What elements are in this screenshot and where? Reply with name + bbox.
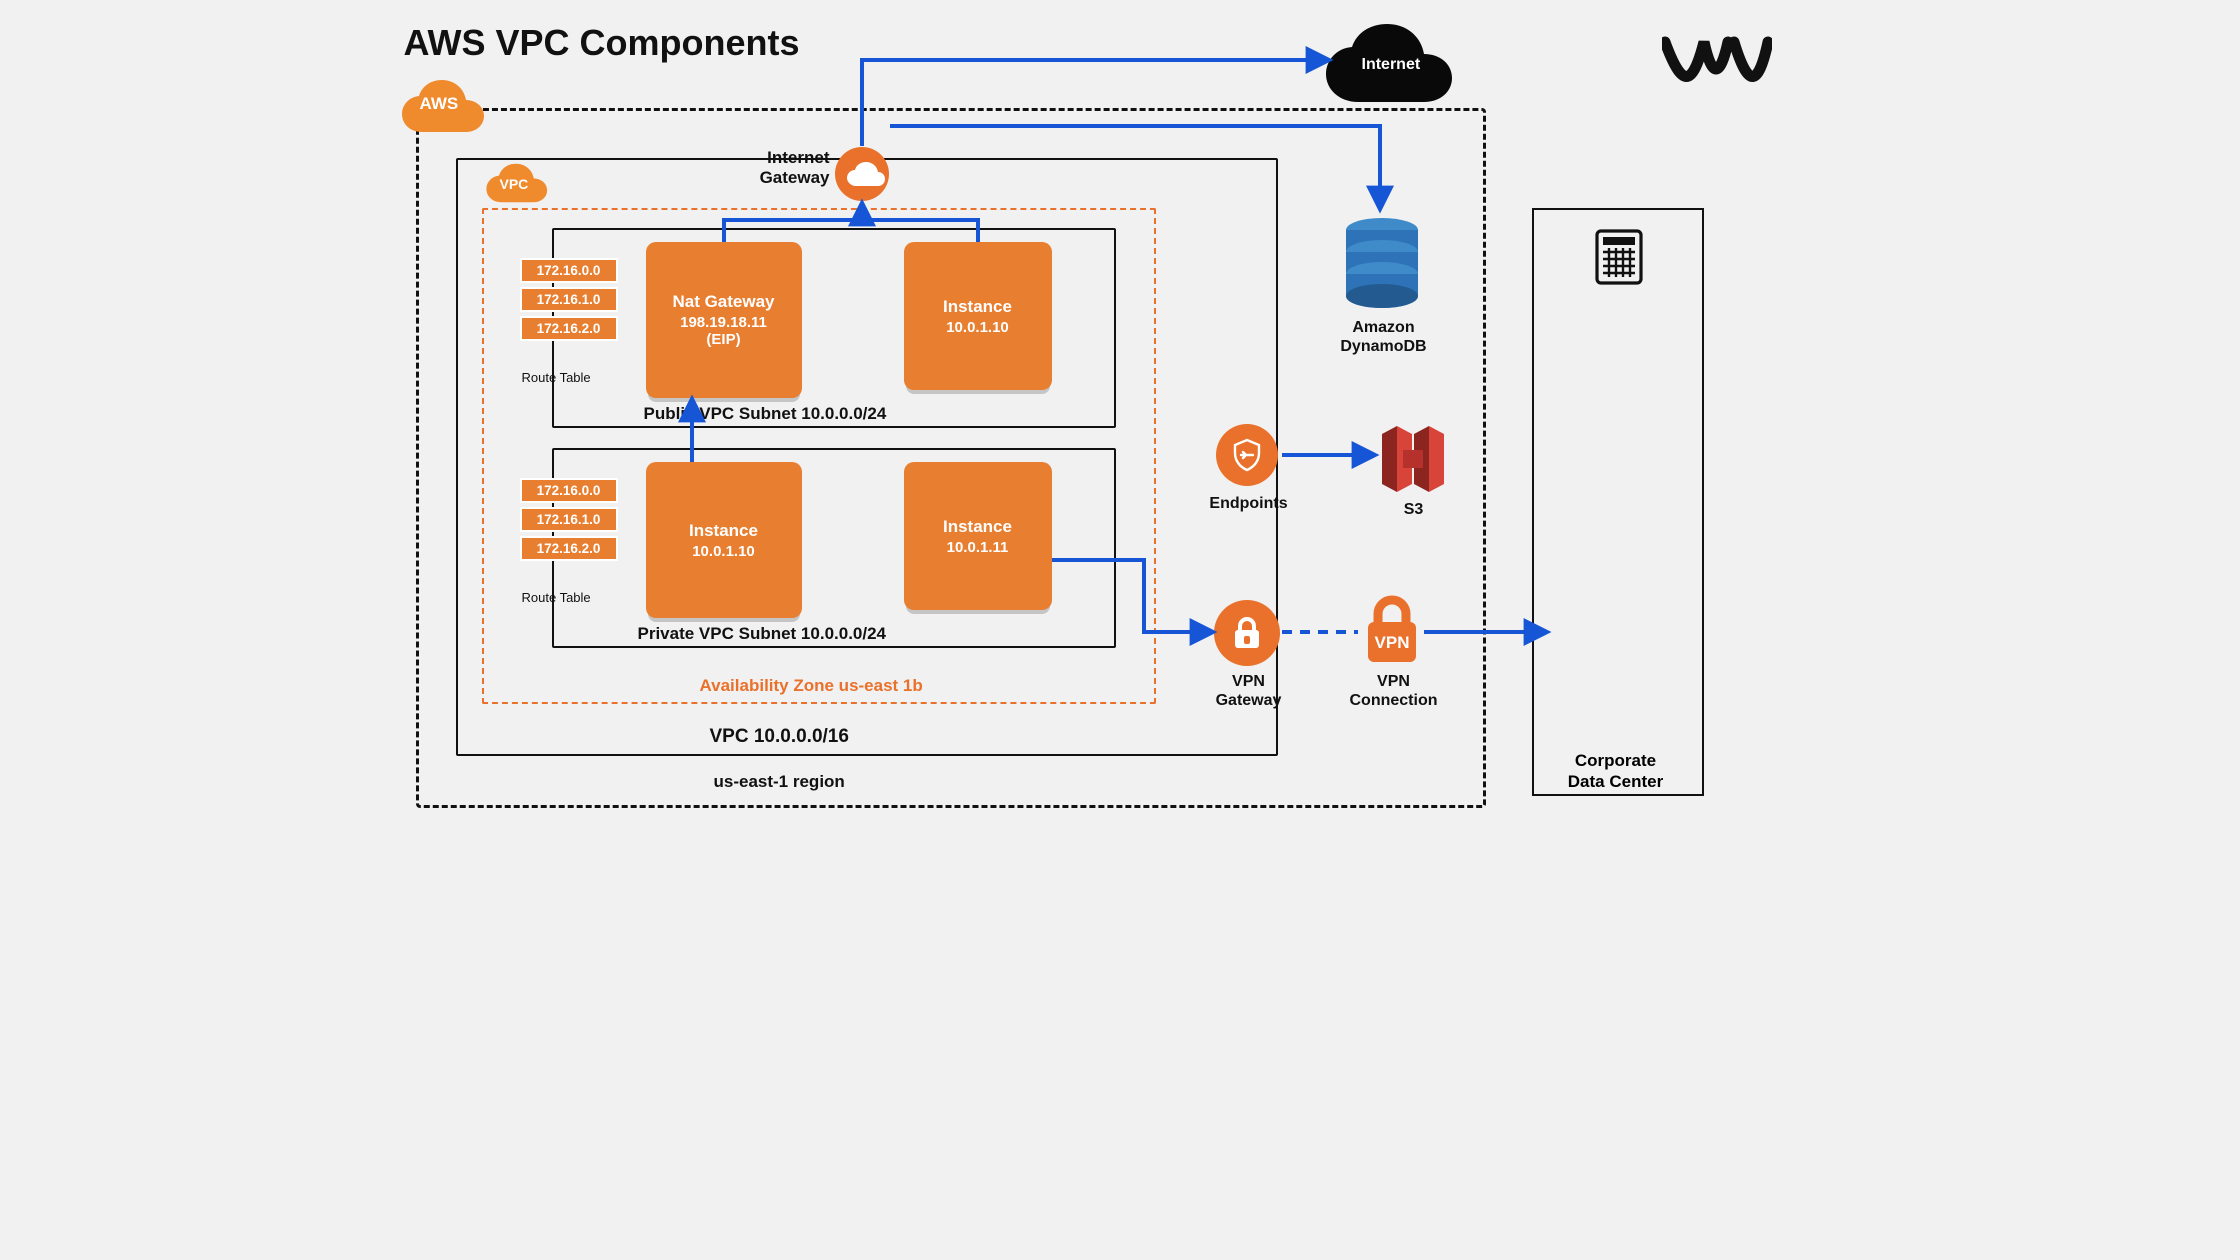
- route-table-private: 172.16.0.0 172.16.1.0 172.16.2.0: [520, 478, 618, 561]
- vpn-gateway-icon: [1214, 600, 1280, 666]
- nat-title: Nat Gateway: [646, 292, 802, 312]
- public-subnet-label: Public VPC Subnet 10.0.0.0/24: [644, 404, 887, 424]
- corporate-data-center-label: Corporate Data Center: [1532, 750, 1700, 793]
- page-title: AWS VPC Components: [404, 22, 800, 64]
- aws-badge-text: AWS: [420, 94, 459, 114]
- svg-text:VPN: VPN: [1374, 633, 1409, 652]
- private-instance-a-ip: 10.0.1.10: [646, 543, 802, 560]
- internet-gateway-icon: [834, 146, 890, 207]
- public-instance-box: Instance 10.0.1.10: [904, 242, 1052, 390]
- vpn-connection-icon: VPN: [1362, 594, 1422, 671]
- route-entry: 172.16.2.0: [520, 536, 618, 561]
- private-instance-b-box: Instance 10.0.1.11: [904, 462, 1052, 610]
- endpoints-icon: [1216, 424, 1278, 486]
- corporate-data-center-box: [1532, 208, 1704, 796]
- internet-label: Internet: [1362, 56, 1421, 74]
- private-instance-b-ip: 10.0.1.11: [904, 539, 1052, 556]
- dynamodb-icon: [1334, 212, 1430, 317]
- route-entry: 172.16.2.0: [520, 316, 618, 341]
- public-instance-title: Instance: [904, 297, 1052, 317]
- route-entry: 172.16.0.0: [520, 478, 618, 503]
- vpn-gateway-label: VPN Gateway: [1206, 672, 1292, 710]
- route-entry: 172.16.0.0: [520, 258, 618, 283]
- private-subnet-label: Private VPC Subnet 10.0.0.0/24: [638, 624, 887, 644]
- region-label: us-east-1 region: [714, 772, 845, 792]
- route-table-public: 172.16.0.0 172.16.1.0 172.16.2.0: [520, 258, 618, 341]
- s3-icon: [1378, 420, 1448, 503]
- nat-gateway-box: Nat Gateway 198.19.18.11 (EIP): [646, 242, 802, 398]
- nat-eip: (EIP): [646, 331, 802, 348]
- route-entry: 172.16.1.0: [520, 507, 618, 532]
- route-table-public-label: Route Table: [522, 370, 591, 385]
- route-table-private-label: Route Table: [522, 590, 591, 605]
- public-instance-ip: 10.0.1.10: [904, 319, 1052, 336]
- server-icon: [1594, 228, 1644, 291]
- vpc-badge-text: VPC: [500, 176, 529, 192]
- private-instance-b-title: Instance: [904, 517, 1052, 537]
- private-instance-a-title: Instance: [646, 521, 802, 541]
- route-entry: 172.16.1.0: [520, 287, 618, 312]
- s3-label: S3: [1394, 500, 1434, 519]
- nat-ip: 198.19.18.11: [646, 314, 802, 331]
- vpn-connection-label: VPN Connection: [1344, 672, 1444, 710]
- brand-logo: [1662, 34, 1772, 93]
- private-instance-a-box: Instance 10.0.1.10: [646, 462, 802, 618]
- internet-gateway-label: Internet Gateway: [726, 148, 830, 189]
- availability-zone-label: Availability Zone us-east 1b: [700, 676, 923, 696]
- dynamodb-label: Amazon DynamoDB: [1332, 318, 1436, 356]
- endpoints-label: Endpoints: [1206, 494, 1292, 513]
- vpc-cidr-label: VPC 10.0.0.0/16: [710, 726, 849, 748]
